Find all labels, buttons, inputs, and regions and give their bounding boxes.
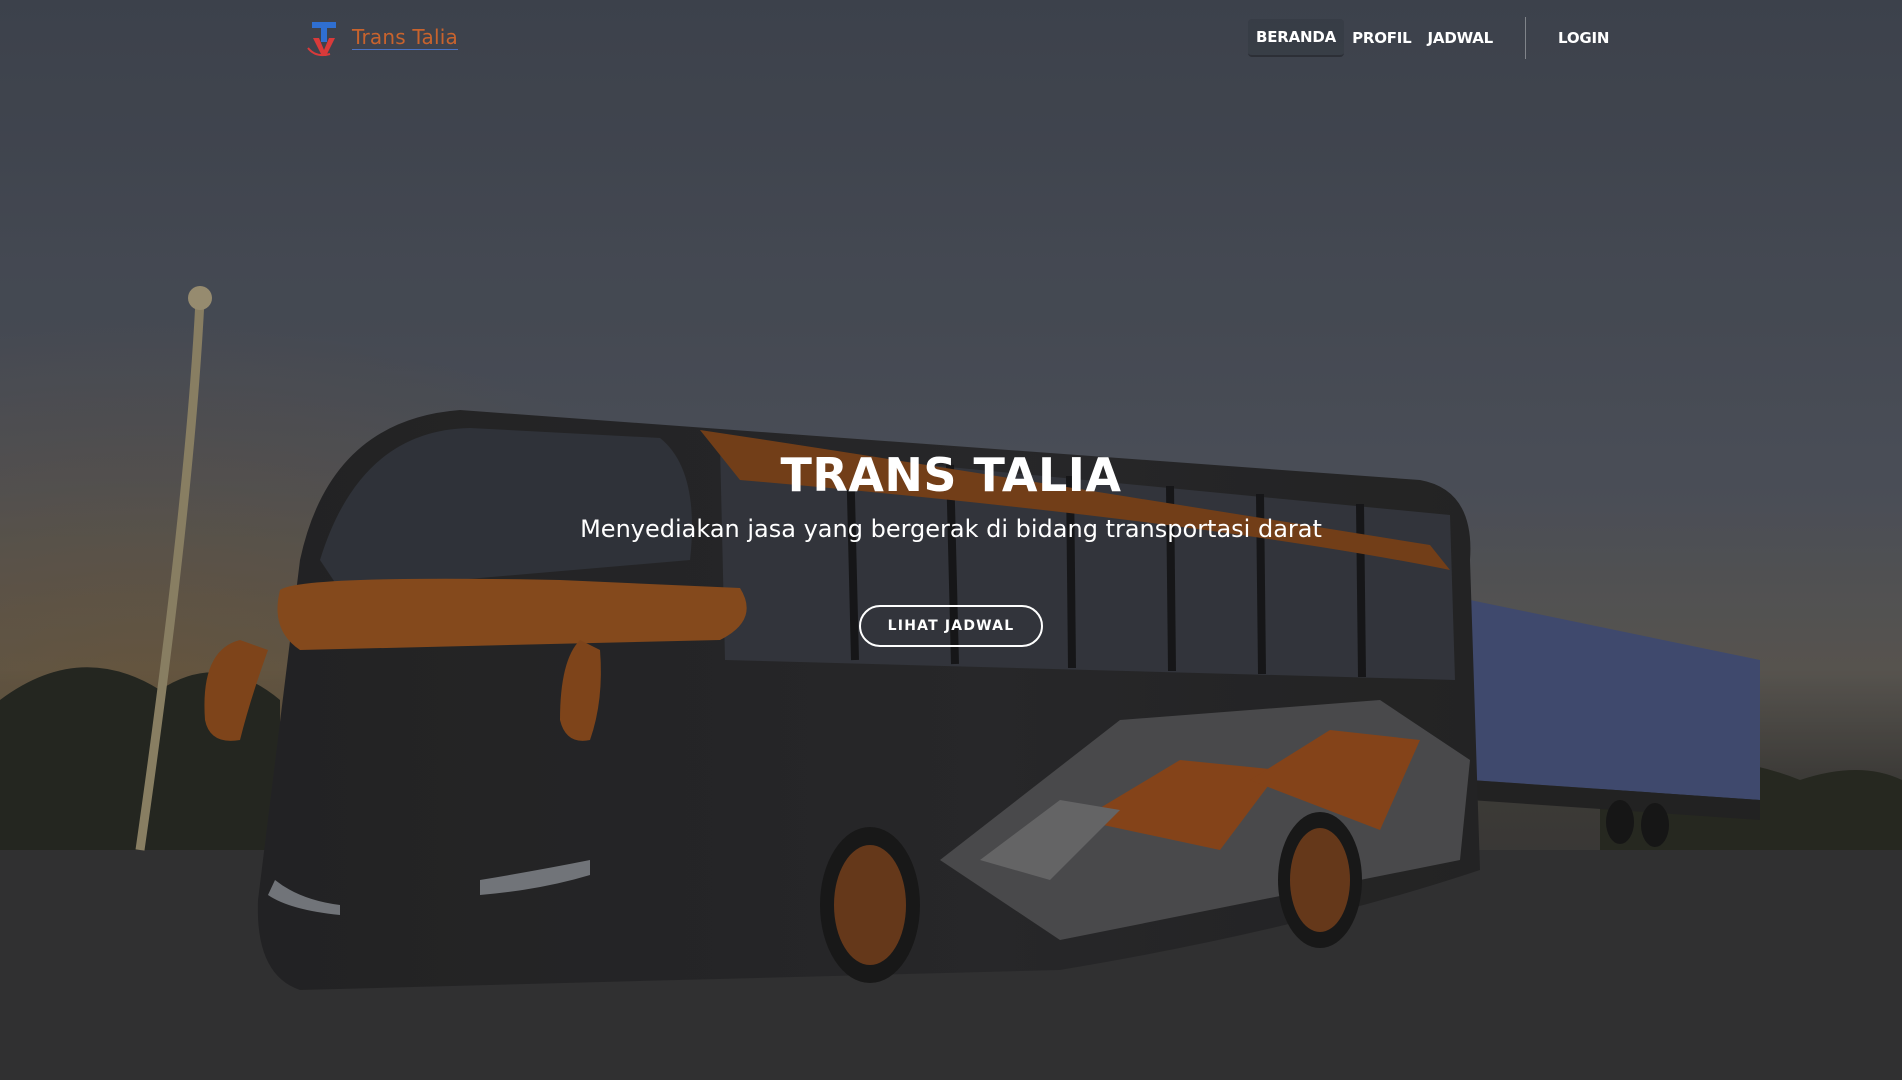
nav-item-beranda[interactable]: BERANDA xyxy=(1248,19,1345,57)
nav-item-profil[interactable]: PROFIL xyxy=(1344,20,1419,56)
hero-subtitle: Menyediakan jasa yang bergerak di bidang… xyxy=(580,515,1322,543)
brand-name: Trans Talia xyxy=(352,25,458,50)
nav-divider xyxy=(1525,17,1527,59)
main-nav: BERANDA PROFIL JADWAL LOGIN xyxy=(1248,17,1617,59)
hero-section: Trans Talia BERANDA PROFIL JADWAL LOGIN … xyxy=(0,0,1902,1080)
login-link[interactable]: LOGIN xyxy=(1550,20,1617,56)
brand-link[interactable]: Trans Talia xyxy=(306,18,458,58)
lihat-jadwal-button[interactable]: LIHAT JADWAL xyxy=(859,605,1043,647)
nav-item-jadwal[interactable]: JADWAL xyxy=(1420,20,1501,56)
hero-title: TRANS TALIA xyxy=(780,448,1122,502)
top-navbar: Trans Talia BERANDA PROFIL JADWAL LOGIN xyxy=(0,0,1902,74)
tv-monogram-logo-icon xyxy=(307,22,336,57)
